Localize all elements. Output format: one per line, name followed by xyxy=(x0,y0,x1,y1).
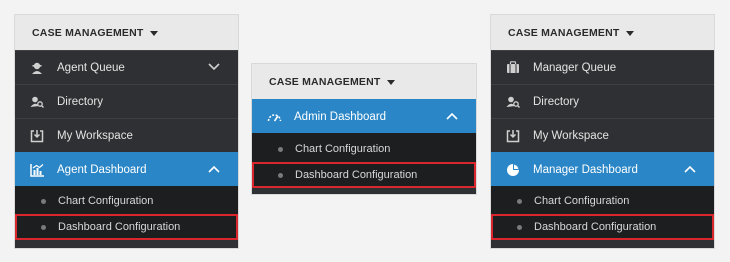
submenu-item-label: Dashboard Configuration xyxy=(534,221,657,233)
chevron-down-icon[interactable] xyxy=(208,62,220,74)
section-header-label: CASE MANAGEMENT xyxy=(508,26,620,39)
briefcase-icon xyxy=(491,61,533,74)
chevron-up-icon[interactable] xyxy=(446,111,458,123)
bullet-icon xyxy=(278,146,283,152)
caret-down-icon xyxy=(386,79,395,85)
submenu-item-chart-configuration[interactable]: Chart Configuration xyxy=(15,188,238,214)
nav-item-label: Agent Queue xyxy=(57,61,125,74)
nav-item-label: Manager Dashboard xyxy=(533,163,638,176)
nav-item-manager-dashboard[interactable]: Manager Dashboard xyxy=(491,152,714,186)
section-header[interactable]: CASE MANAGEMENT xyxy=(491,15,714,50)
submenu: Chart Configuration Dashboard Configurat… xyxy=(15,186,238,240)
pie-chart-icon xyxy=(491,163,533,177)
bullet-icon xyxy=(517,198,522,204)
submenu-item-label: Dashboard Configuration xyxy=(295,169,418,181)
nav-item-label: My Workspace xyxy=(533,129,609,142)
nav-item-agent-dashboard[interactable]: Agent Dashboard xyxy=(15,152,238,186)
submenu-item-label: Chart Configuration xyxy=(534,195,630,207)
chart-icon xyxy=(15,163,57,177)
chevron-up-icon[interactable] xyxy=(208,164,220,176)
nav-item-directory[interactable]: Directory xyxy=(491,84,714,118)
section-header-label: CASE MANAGEMENT xyxy=(32,26,144,39)
nav-item-label: Manager Queue xyxy=(533,61,617,74)
submenu: Chart Configuration Dashboard Configurat… xyxy=(491,186,714,240)
submenu-item-chart-configuration[interactable]: Chart Configuration xyxy=(491,188,714,214)
directory-icon xyxy=(491,95,533,109)
submenu-item-label: Dashboard Configuration xyxy=(58,221,181,233)
directory-icon xyxy=(15,95,57,109)
chevron-up-icon[interactable] xyxy=(684,164,696,176)
submenu-item-dashboard-configuration[interactable]: Dashboard Configuration xyxy=(491,214,714,240)
caret-down-icon xyxy=(625,30,634,36)
nav-item-agent-queue[interactable]: Agent Queue xyxy=(15,50,238,84)
section-header-label: CASE MANAGEMENT xyxy=(269,75,381,88)
nav-item-directory[interactable]: Directory xyxy=(15,84,238,118)
nav-item-label: Directory xyxy=(57,95,104,108)
bullet-icon xyxy=(278,172,283,178)
nav-item-manager-queue[interactable]: Manager Queue xyxy=(491,50,714,84)
nav-item-label: Agent Dashboard xyxy=(57,163,147,176)
agent-icon xyxy=(15,61,57,75)
workspace-icon xyxy=(491,129,533,143)
bullet-icon xyxy=(41,198,46,204)
gauge-icon xyxy=(252,111,294,123)
submenu-item-label: Chart Configuration xyxy=(58,195,154,207)
middle-nav-panel: CASE MANAGEMENT Admin Dashboard Chart Co… xyxy=(252,64,476,194)
nav-item-label: Admin Dashboard xyxy=(294,110,387,123)
bullet-icon xyxy=(517,224,522,230)
submenu-item-dashboard-configuration[interactable]: Dashboard Configuration xyxy=(252,162,476,188)
right-nav-panel: CASE MANAGEMENT Manager Queue Directory … xyxy=(491,15,714,248)
submenu-item-dashboard-configuration[interactable]: Dashboard Configuration xyxy=(15,214,238,240)
nav-item-my-workspace[interactable]: My Workspace xyxy=(491,118,714,152)
caret-down-icon xyxy=(149,30,158,36)
workspace-icon xyxy=(15,129,57,143)
section-header[interactable]: CASE MANAGEMENT xyxy=(252,64,476,99)
submenu: Chart Configuration Dashboard Configurat… xyxy=(252,133,476,188)
nav-item-label: Directory xyxy=(533,95,580,108)
nav-item-label: My Workspace xyxy=(57,129,133,142)
submenu-item-label: Chart Configuration xyxy=(295,143,391,155)
left-nav-panel: CASE MANAGEMENT Agent Queue Directory My… xyxy=(15,15,238,248)
nav-item-my-workspace[interactable]: My Workspace xyxy=(15,118,238,152)
section-header[interactable]: CASE MANAGEMENT xyxy=(15,15,238,50)
bullet-icon xyxy=(41,224,46,230)
submenu-item-chart-configuration[interactable]: Chart Configuration xyxy=(252,136,476,162)
nav-item-admin-dashboard[interactable]: Admin Dashboard xyxy=(252,99,476,133)
